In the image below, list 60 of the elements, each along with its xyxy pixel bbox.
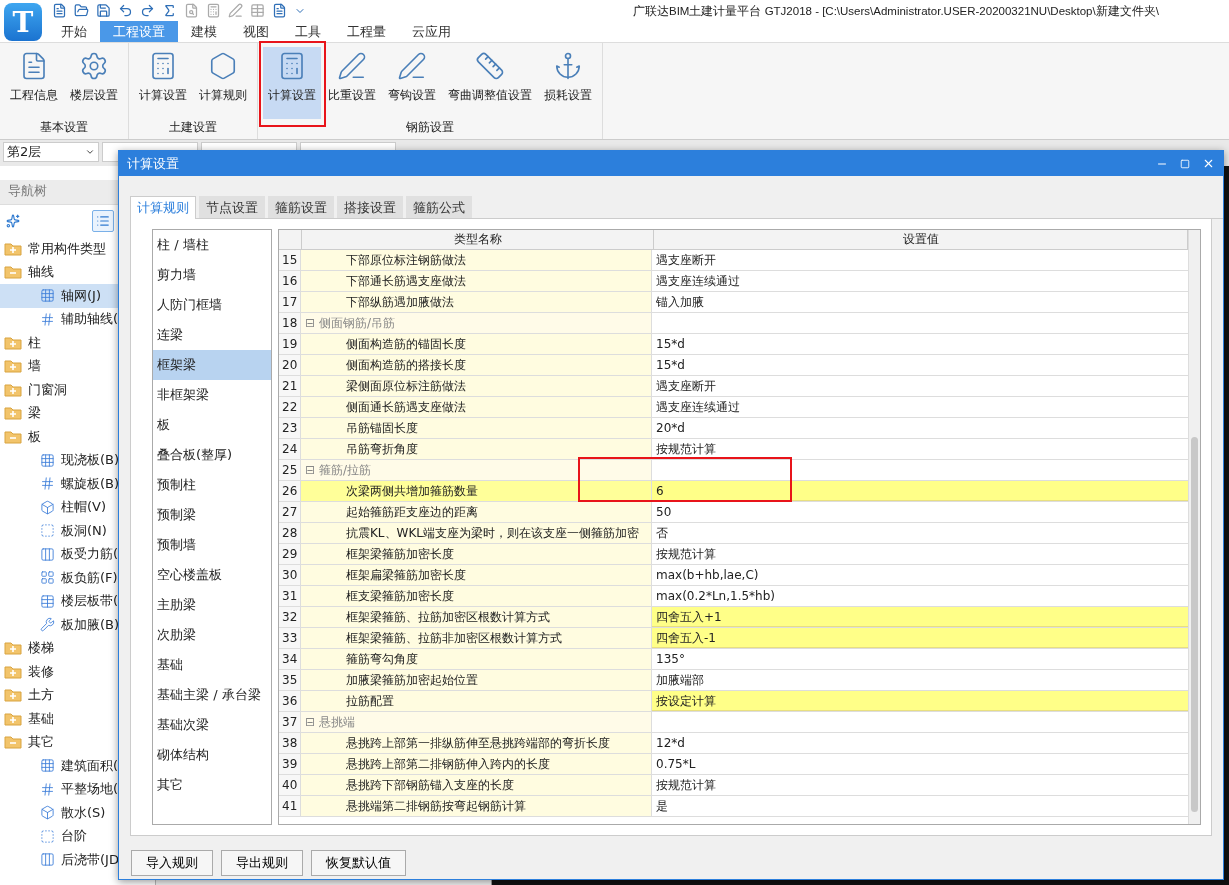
row-number: 24 <box>279 439 301 459</box>
row-number: 30 <box>279 565 301 585</box>
setting-name-cell: 框架扁梁箍筋加密长度 <box>301 565 652 585</box>
row-number: 27 <box>279 502 301 522</box>
row-number: 31 <box>279 586 301 606</box>
setting-name-cell: 下部原位标注钢筋做法 <box>301 250 652 270</box>
group-label: 基本设置 <box>39 119 89 136</box>
setting-name-cell: 悬挑跨上部第二排钢筋伸入跨内的长度 <box>301 754 652 774</box>
setting-name-cell: 拉筋配置 <box>301 691 652 711</box>
setting-name-cell: 侧面通长筋遇支座做法 <box>301 397 652 417</box>
setting-name-cell: 框架梁箍筋、拉筋非加密区根数计算方式 <box>301 628 652 648</box>
row-number: 22 <box>279 397 301 417</box>
row-number: 23 <box>279 418 301 438</box>
row-number: 26 <box>279 481 301 501</box>
column-header: 类型名称 <box>302 230 654 249</box>
dialog-title: 计算设置 <box>127 154 179 173</box>
row-number: 15 <box>279 250 301 270</box>
row-number: 32 <box>279 607 301 627</box>
setting-name-cell: 框架梁箍筋、拉筋加密区根数计算方式 <box>301 607 652 627</box>
row-number: 37 <box>279 712 301 732</box>
row-number: 17 <box>279 292 301 312</box>
row-number: 29 <box>279 544 301 564</box>
setting-name-cell: 侧面构造筋的搭接长度 <box>301 355 652 375</box>
setting-name-cell: 下部纵筋遇加腋做法 <box>301 292 652 312</box>
row-number: 18 <box>279 313 301 333</box>
row-number: 35 <box>279 670 301 690</box>
setting-name-cell: 框架梁箍筋加密长度 <box>301 544 652 564</box>
setting-name-cell: 次梁两侧共增加箍筋数量 <box>301 481 652 501</box>
row-number: 41 <box>279 796 301 816</box>
group-title: 侧面钢筋/吊筋 <box>319 314 396 332</box>
row-number: 34 <box>279 649 301 669</box>
row-number: 19 <box>279 334 301 354</box>
setting-name-cell: 悬挑端第二排钢筋按弯起钢筋计算 <box>301 796 652 816</box>
setting-name-cell: 吊筋弯折角度 <box>301 439 652 459</box>
setting-name-cell: 吊筋锚固长度 <box>301 418 652 438</box>
group-title: 箍筋/拉筋 <box>319 461 372 479</box>
group-label: 土建设置 <box>168 119 218 136</box>
group-label: 钢筋设置 <box>405 119 455 136</box>
setting-name-cell: 箍筋弯勾角度 <box>301 649 652 669</box>
setting-name-cell: 抗震KL、WKL端支座为梁时，则在该支座一侧箍筋加密 <box>301 523 652 543</box>
setting-name-cell: 起始箍筋距支座边的距离 <box>301 502 652 522</box>
setting-name-cell: 下部通长筋遇支座做法 <box>301 271 652 291</box>
row-number: 33 <box>279 628 301 648</box>
row-number: 25 <box>279 460 301 480</box>
row-number: 16 <box>279 271 301 291</box>
setting-name-cell: 框支梁箍筋加密长度 <box>301 586 652 606</box>
row-number: 36 <box>279 691 301 711</box>
setting-name-cell: 侧面构造筋的锚固长度 <box>301 334 652 354</box>
setting-name-cell: 加腋梁箍筋加密起始位置 <box>301 670 652 690</box>
row-number: 39 <box>279 754 301 774</box>
group-title: 悬挑端 <box>319 713 356 731</box>
row-number: 38 <box>279 733 301 753</box>
row-number: 28 <box>279 523 301 543</box>
row-number: 21 <box>279 376 301 396</box>
window-title: 广联达BIM土建计量平台 GTJ2018 - [C:\Users\Administrator.USER-20200321NU\Desktop\新建文件夹\ <box>633 4 1159 19</box>
setting-name-cell: 悬挑跨上部第一排纵筋伸至悬挑跨端部的弯折长度 <box>301 733 652 753</box>
row-number: 20 <box>279 355 301 375</box>
row-number: 40 <box>279 775 301 795</box>
setting-name-cell: 梁侧面原位标注筋做法 <box>301 376 652 396</box>
setting-name-cell: 悬挑跨下部钢筋锚入支座的长度 <box>301 775 652 795</box>
